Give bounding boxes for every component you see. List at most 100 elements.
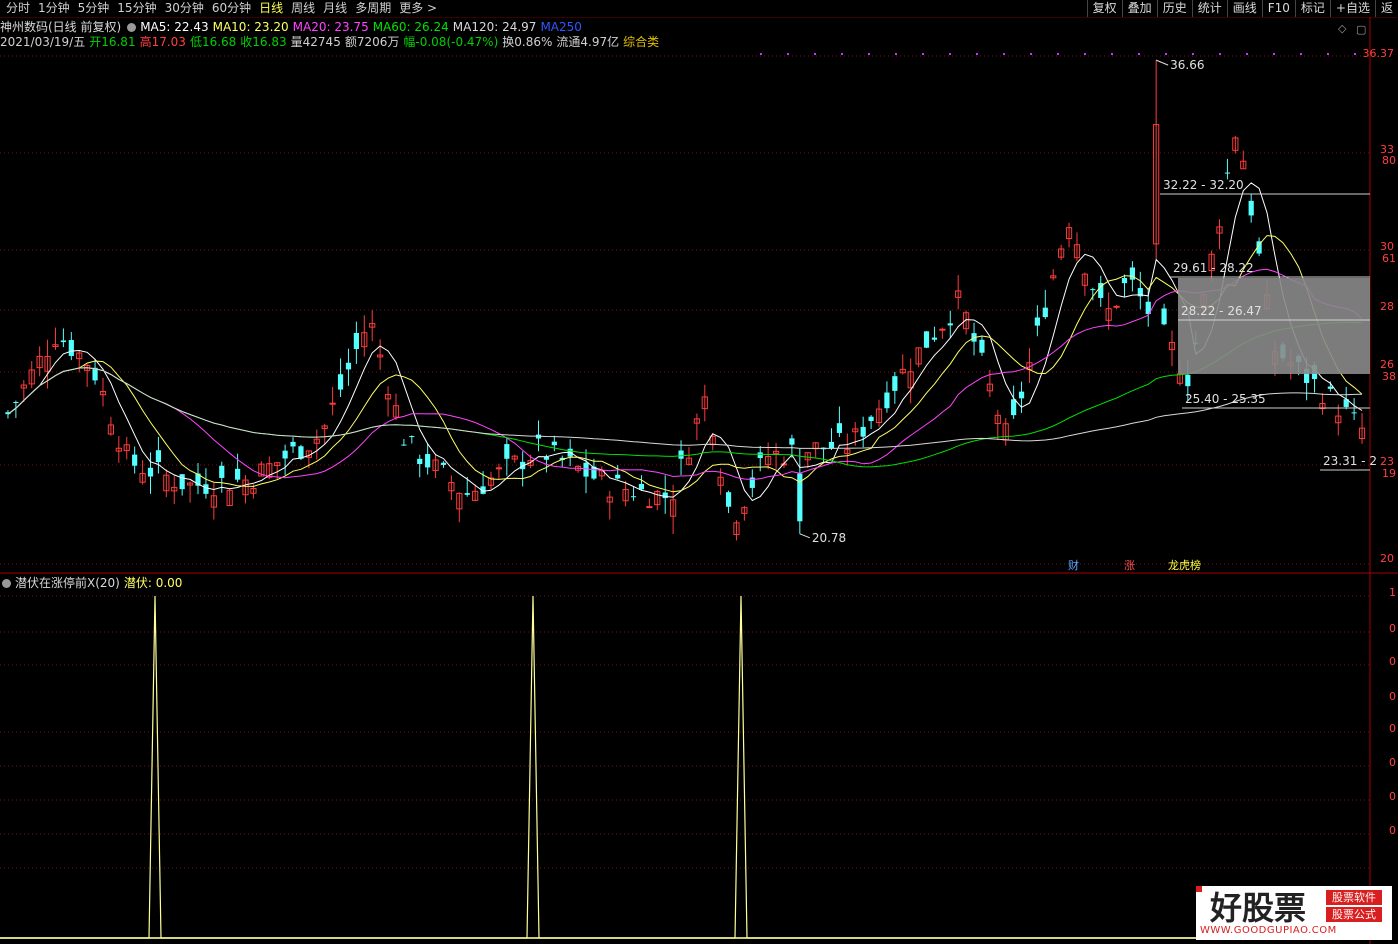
candle-body: [329, 402, 336, 405]
top-marker-dot: [1219, 53, 1221, 55]
candles-group: [5, 60, 1366, 541]
candle-body: [1113, 305, 1120, 308]
candle-body: [892, 376, 898, 391]
top-marker-dot: [760, 53, 762, 55]
event-tag-limitup[interactable]: 涨: [1124, 560, 1135, 572]
candle-body: [583, 462, 589, 477]
top-marker-dot: [1057, 53, 1059, 55]
candle-body: [409, 436, 415, 438]
candle-body: [868, 416, 874, 421]
top-marker-dot: [895, 53, 897, 55]
candle-body: [931, 337, 938, 340]
price-axis-secondary-1: 61: [1382, 252, 1396, 265]
candle-body: [615, 474, 621, 479]
high-pointer: [1155, 59, 1169, 66]
candle-body: [1327, 386, 1333, 389]
price-axis-label-6: 20: [1380, 552, 1394, 565]
candle-body: [60, 340, 66, 343]
top-marker-dot: [976, 53, 978, 55]
candle-body: [179, 474, 185, 490]
candle-body: [884, 392, 890, 409]
candle-body: [417, 458, 423, 465]
candle-body: [1018, 391, 1025, 399]
candle-body: [678, 450, 684, 459]
candle-body: [298, 446, 304, 459]
watermark-badge-formula: 股票公式: [1326, 907, 1382, 922]
level-label-3: 25.40 - 25.35: [1185, 392, 1266, 406]
candle-body: [1351, 412, 1357, 414]
candle-body: [551, 441, 557, 446]
candle-body: [923, 331, 930, 348]
watermark-logo: 好股票 股票软件 股票公式 WWW.GOODGUPIAO.COM: [1196, 886, 1392, 940]
candle-body: [203, 484, 209, 494]
top-marker-dot: [1165, 53, 1167, 55]
candle-body: [947, 323, 953, 326]
price-axis-secondary-2: 38: [1382, 370, 1396, 383]
watermark-corner: [1196, 886, 1202, 892]
candle-body: [337, 374, 344, 390]
event-tag-dragon-tiger[interactable]: 龙虎榜: [1168, 560, 1201, 572]
indicator-axis-label-2: 0: [1389, 655, 1396, 668]
price-axis-secondary-3: 19: [1382, 467, 1396, 480]
candle-body: [219, 465, 225, 478]
candle-body: [1185, 374, 1191, 387]
candle-body: [440, 462, 447, 465]
candle-body: [836, 423, 843, 433]
candle-body: [979, 339, 985, 353]
top-marker-dot: [814, 53, 816, 55]
ma10-line: [7, 235, 1363, 493]
candle-body: [68, 340, 74, 356]
watermark-url: WWW.GOODGUPIAO.COM: [1200, 925, 1337, 936]
collapse-diamond-icon: ◇: [1338, 22, 1347, 35]
high-label: 36.66: [1170, 58, 1204, 72]
event-tag-finance[interactable]: 财: [1068, 560, 1079, 572]
candle-body: [662, 492, 668, 499]
watermark-main-text: 好股票: [1210, 889, 1307, 927]
candle-body: [504, 444, 510, 459]
indicator-axis-label-3: 0: [1389, 690, 1396, 703]
candle-body: [1161, 308, 1167, 325]
candle-body: [1090, 289, 1096, 291]
top-marker-dot: [1273, 53, 1275, 55]
candle-body: [290, 441, 296, 447]
expand-box-icon: ▢: [1356, 23, 1366, 36]
price-axis-label-0: 36.37: [1363, 47, 1395, 60]
indicator-axis-label-1: 0: [1389, 622, 1396, 635]
top-marker-dot: [841, 53, 843, 55]
candle-body: [725, 492, 732, 507]
top-marker-dot: [1084, 53, 1086, 55]
top-marker-dot: [1111, 53, 1113, 55]
candle-body: [1129, 267, 1136, 280]
candle-body: [282, 450, 288, 459]
indicator-axis-label-7: 0: [1389, 824, 1396, 837]
top-marker-dot: [868, 53, 870, 55]
top-marker-dot: [1192, 53, 1194, 55]
candle-body: [353, 332, 359, 350]
candle-body: [638, 484, 645, 490]
candle-body: [1248, 200, 1254, 216]
candle-body: [789, 438, 795, 445]
candle-body: [13, 401, 19, 403]
top-marker-dot: [1246, 53, 1248, 55]
indicator-axis-label-0: 1: [1389, 586, 1396, 599]
candle-body: [132, 454, 138, 466]
indicator-axis-label-5: 0: [1389, 756, 1396, 769]
signal-spike-2: [0, 595, 1370, 939]
candle-body: [1042, 307, 1048, 318]
price-axis-secondary-0: 80: [1382, 154, 1396, 167]
top-marker-dot: [1327, 53, 1329, 55]
kline-chart[interactable]: 36.37333028262320806138191000000032.22 -…: [0, 0, 1398, 944]
candle-body: [1121, 278, 1128, 284]
candle-body: [464, 493, 470, 495]
ma120-line: [7, 367, 1363, 449]
candle-body: [1224, 172, 1231, 174]
candle-body: [646, 506, 653, 509]
candle-body: [939, 328, 946, 331]
top-marker-dot: [949, 53, 951, 55]
signal-spike-1: [0, 595, 1370, 939]
candle-body: [1011, 399, 1017, 416]
level-label-2: 28.22 - 26.47: [1181, 304, 1262, 318]
indicator-axis-label-4: 0: [1389, 722, 1396, 735]
candle-body: [630, 496, 637, 498]
top-marker-dot: [1030, 53, 1032, 55]
